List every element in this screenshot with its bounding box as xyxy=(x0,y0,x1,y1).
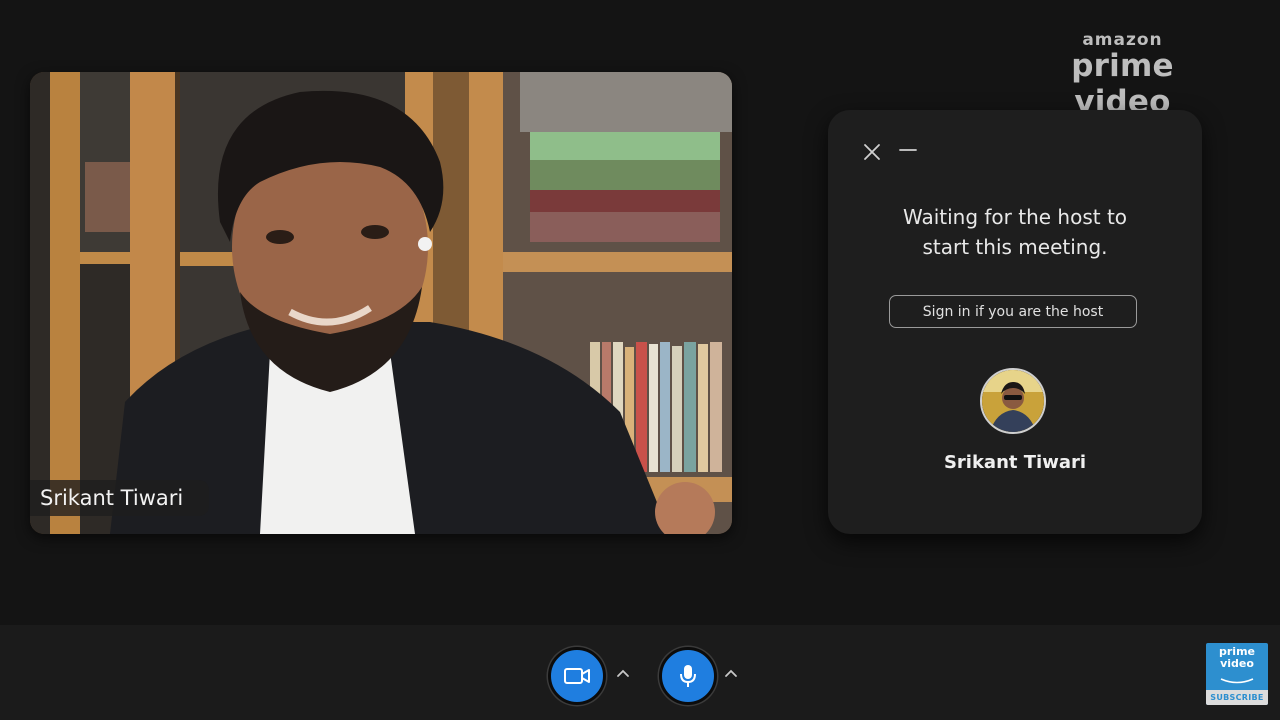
badge-line2: video xyxy=(1220,657,1254,670)
minimize-icon[interactable] xyxy=(898,142,918,162)
participant-video-feed xyxy=(30,72,732,534)
close-icon[interactable] xyxy=(862,142,882,162)
host-avatar xyxy=(980,368,1046,434)
microphone-button[interactable] xyxy=(659,647,717,705)
subscribe-badge[interactable]: prime video SUBSCRIBE xyxy=(1206,643,1268,705)
video-camera-icon xyxy=(564,668,590,684)
microphone-icon xyxy=(680,665,696,687)
avatar-image xyxy=(982,370,1044,432)
microphone-options-chevron-up-icon[interactable] xyxy=(723,665,739,681)
badge-smile-icon xyxy=(1220,678,1254,684)
waiting-message: Waiting for the host to start this meeti… xyxy=(828,202,1202,262)
meeting-toolbar xyxy=(0,625,1280,720)
participant-name-tag: Srikant Tiwari xyxy=(30,480,210,516)
brand-small-text: amazon xyxy=(1082,30,1163,50)
badge-subscribe-label: SUBSCRIBE xyxy=(1206,690,1268,705)
waiting-for-host-panel: Waiting for the host to start this meeti… xyxy=(828,110,1202,534)
participant-video-tile[interactable]: Srikant Tiwari xyxy=(30,72,732,534)
waiting-message-line2: start this meeting. xyxy=(922,235,1108,259)
camera-button[interactable] xyxy=(548,647,606,705)
host-name: Srikant Tiwari xyxy=(943,452,1087,473)
waiting-message-line1: Waiting for the host to xyxy=(902,205,1128,229)
sign-in-host-button[interactable]: Sign in if you are the host xyxy=(889,295,1137,328)
camera-options-chevron-up-icon[interactable] xyxy=(615,665,631,681)
